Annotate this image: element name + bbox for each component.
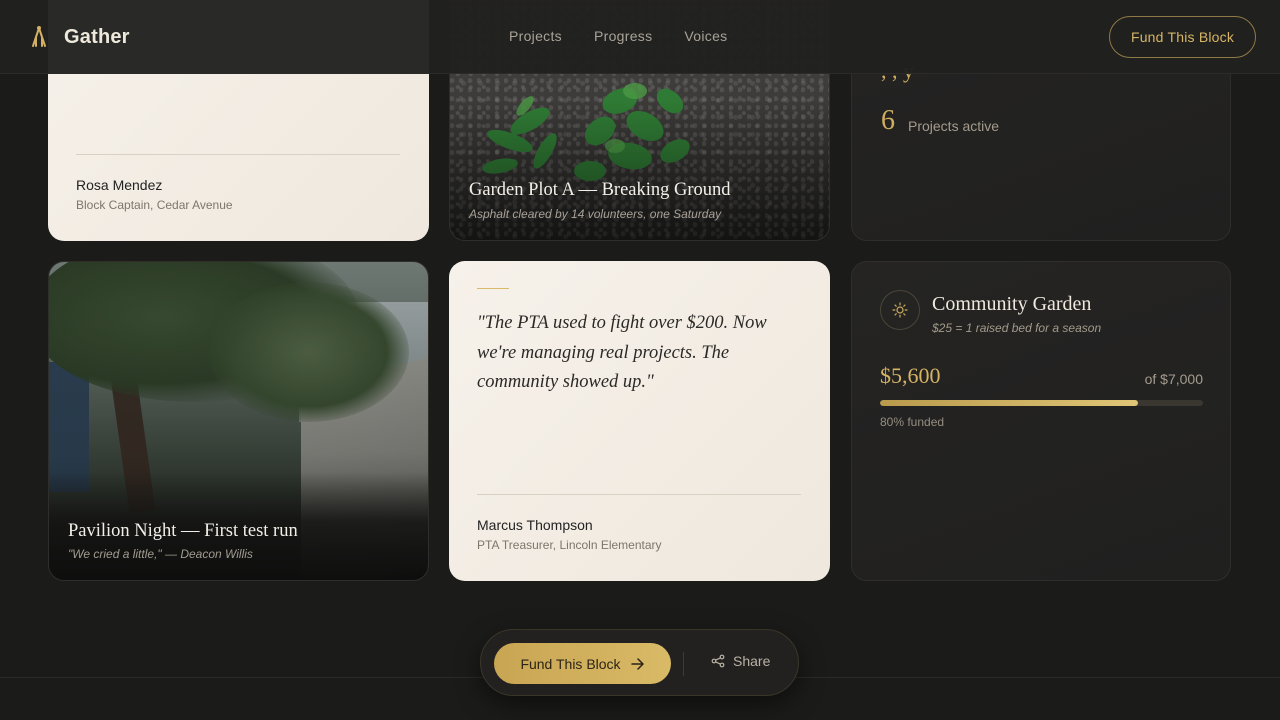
photo-caption-subtitle: "We cried a little," — Deacon Willis — [68, 547, 253, 561]
photo-caption-subtitle: Asphalt cleared by 14 volunteers, one Sa… — [469, 207, 722, 221]
testimonial-role: Block Captain, Cedar Avenue — [76, 198, 233, 212]
arrow-right-icon — [630, 657, 644, 670]
testimonial-quote: "The PTA used to fight over $200. Now we… — [477, 313, 767, 392]
nav-links: Projects Progress Voices — [509, 28, 727, 44]
testimonial-role: PTA Treasurer, Lincoln Elementary — [477, 538, 662, 552]
fund-this-block-button[interactable]: Fund This Block — [494, 643, 671, 684]
fund-progress-card[interactable]: Community Garden $25 = 1 raised bed for … — [851, 261, 1231, 581]
gather-logo-icon — [32, 26, 46, 47]
testimonial-card-marcus: "The PTA used to fight over $200. Now we… — [449, 261, 830, 581]
fund-title: Community Garden — [932, 293, 1092, 315]
quote-accent-rule — [477, 288, 509, 289]
nav-link-progress[interactable]: Progress — [594, 28, 652, 44]
projects-active-label: Projects active — [908, 118, 1000, 134]
brand[interactable]: Gather — [28, 24, 130, 50]
fund-progress-bar — [880, 400, 1203, 406]
brand-name: Gather — [64, 25, 130, 48]
sun-icon — [880, 290, 920, 330]
nav-fund-button[interactable]: Fund This Block — [1109, 16, 1256, 58]
top-nav: Gather Projects Progress Voices Fund Thi… — [0, 0, 1280, 74]
floating-action-bar: Fund This Block Share — [480, 629, 799, 696]
fund-percent-label: 80% funded — [880, 415, 945, 429]
action-bar-separator — [683, 652, 684, 676]
card-divider — [477, 494, 801, 495]
photo-caption-title: Pavilion Night — First test run — [68, 521, 298, 541]
share-button[interactable]: Share — [711, 653, 770, 669]
testimonial-name: Rosa Mendez — [76, 177, 163, 193]
nav-link-projects[interactable]: Projects — [509, 28, 562, 44]
fund-subtitle: $25 = 1 raised bed for a season — [932, 321, 1102, 335]
testimonial-name: Marcus Thompson — [477, 517, 593, 533]
share-icon — [711, 654, 725, 668]
fund-goal-amount: of $7,000 — [1144, 371, 1203, 387]
nav-link-voices[interactable]: Voices — [684, 28, 727, 44]
card-divider — [76, 154, 400, 155]
photo-card-pavilion[interactable]: Pavilion Night — First test run "We crie… — [48, 261, 429, 581]
share-button-label: Share — [733, 653, 771, 669]
fund-button-label: Fund This Block — [520, 655, 621, 672]
photo-caption-title: Garden Plot A — Breaking Ground — [469, 180, 731, 200]
fund-raised-amount: $5,600 — [880, 363, 941, 388]
projects-active-count: 6 — [881, 105, 895, 136]
fund-progress-fill — [880, 400, 1139, 406]
